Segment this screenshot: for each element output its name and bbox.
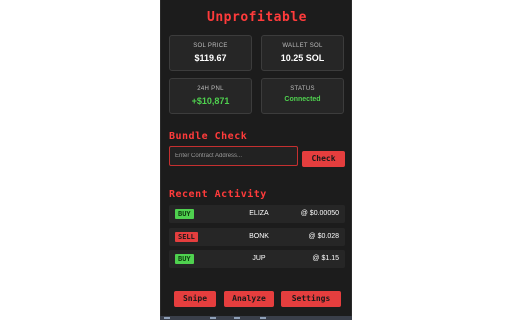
- token-name: ELIZA: [249, 210, 269, 217]
- wallet-sol-value: 10.25 SOL: [280, 53, 325, 63]
- activity-row: BUY JUP @ $1.15: [169, 250, 345, 268]
- taskbar-strip: [160, 316, 352, 320]
- taskbar-icon: [260, 317, 266, 319]
- buy-badge: BUY: [175, 209, 194, 219]
- snipe-button[interactable]: Snipe: [174, 291, 216, 307]
- status-label: STATUS: [290, 86, 315, 92]
- trade-price: @ $0.00050: [300, 210, 339, 217]
- analyze-button[interactable]: Analyze: [224, 291, 274, 307]
- bundle-check-heading: Bundle Check: [169, 131, 248, 142]
- taskbar-icon: [164, 317, 170, 319]
- pnl-value: +$10,871: [191, 96, 230, 106]
- sell-badge: SELL: [175, 232, 198, 242]
- token-name: BONK: [249, 233, 269, 240]
- pnl-card: 24H PNL +$10,871: [169, 78, 252, 114]
- pnl-label: 24H PNL: [197, 86, 224, 92]
- recent-activity-heading: Recent Activity: [169, 189, 267, 200]
- taskbar-icon: [210, 317, 216, 319]
- settings-button[interactable]: Settings: [281, 291, 341, 307]
- app-title: Unprofitable: [207, 10, 307, 25]
- wallet-sol-card: WALLET SOL 10.25 SOL: [261, 35, 344, 71]
- status-card: STATUS Connected: [261, 78, 344, 114]
- token-name: JUP: [252, 255, 266, 262]
- buy-badge: BUY: [175, 254, 194, 264]
- sol-price-card: SOL PRICE $119.67: [169, 35, 252, 71]
- trade-price: @ $1.15: [312, 255, 339, 262]
- status-value: Connected: [284, 96, 321, 103]
- trade-price: @ $0.028: [308, 233, 339, 240]
- sol-price-value: $119.67: [194, 53, 227, 63]
- contract-address-input[interactable]: [169, 146, 298, 166]
- extension-panel: Unprofitable SOL PRICE $119.67 WALLET SO…: [160, 0, 352, 320]
- activity-row: BUY ELIZA @ $0.00050: [169, 205, 345, 223]
- taskbar-icon: [234, 317, 240, 319]
- wallet-sol-label: WALLET SOL: [282, 43, 323, 49]
- sol-price-label: SOL PRICE: [193, 43, 228, 49]
- activity-row: SELL BONK @ $0.028: [169, 228, 345, 246]
- check-button[interactable]: Check: [302, 151, 345, 167]
